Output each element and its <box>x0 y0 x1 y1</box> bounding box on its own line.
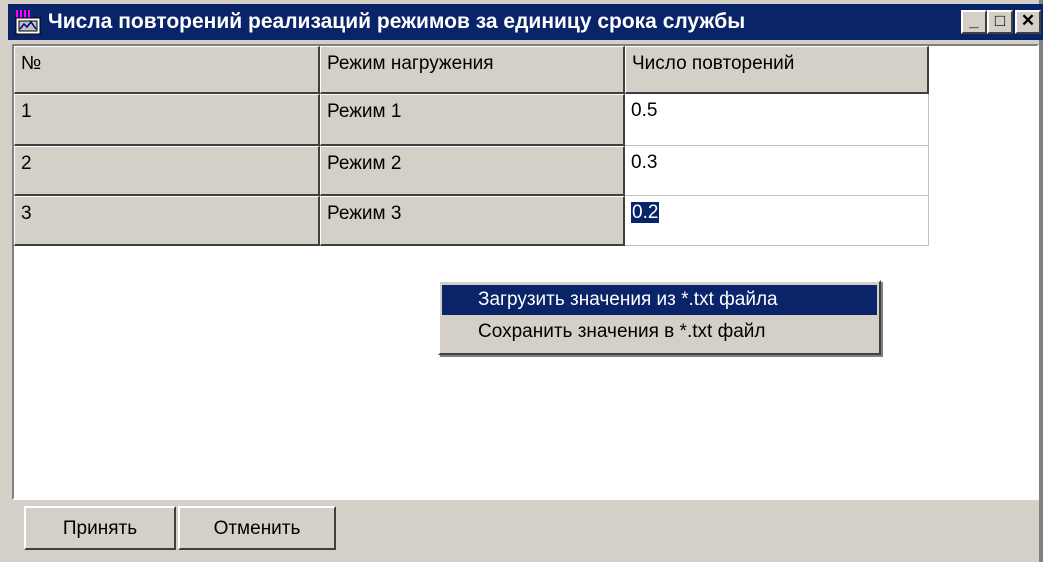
app-icon <box>15 10 41 35</box>
minimize-icon: _ <box>969 11 979 30</box>
row-mode-cell[interactable]: Режим 2 <box>320 146 625 196</box>
selected-value-text: 0.2 <box>631 202 660 223</box>
title-bar[interactable]: Числа повторений реализаций режимов за е… <box>8 4 1043 40</box>
row-number-cell[interactable]: 1 <box>14 94 320 146</box>
window-title: Числа повторений реализаций режимов за е… <box>48 10 746 33</box>
close-icon: ✕ <box>1020 11 1036 30</box>
menu-item-save-txt[interactable]: Сохранить значения в *.txt файл <box>442 317 877 347</box>
column-header-count[interactable]: Число повторений <box>625 46 929 94</box>
data-grid: № Режим нагружения Число повторений 1 Ре… <box>12 44 1039 500</box>
button-bar: Принять Отменить <box>12 502 1039 558</box>
context-menu: Загрузить значения из *.txt файла Сохран… <box>438 280 881 355</box>
close-button[interactable]: ✕ <box>1015 10 1041 34</box>
minimize-button[interactable]: _ <box>961 10 987 34</box>
column-header-number[interactable]: № <box>14 46 320 94</box>
row-number-cell[interactable]: 2 <box>14 146 320 196</box>
row-value-cell-editing[interactable]: 0.2 <box>625 196 929 246</box>
row-value-cell[interactable]: 0.3 <box>625 146 929 196</box>
maximize-button[interactable]: □ <box>987 10 1013 34</box>
row-number-cell[interactable]: 3 <box>14 196 320 246</box>
accept-button[interactable]: Принять <box>24 506 176 550</box>
main-window: Числа повторений реализаций режимов за е… <box>0 0 1043 562</box>
row-mode-cell[interactable]: Режим 1 <box>320 94 625 146</box>
row-value-cell[interactable]: 0.5 <box>625 94 929 146</box>
row-mode-cell[interactable]: Режим 3 <box>320 196 625 246</box>
maximize-icon: □ <box>994 11 1006 30</box>
cancel-button[interactable]: Отменить <box>178 506 336 550</box>
menu-item-load-txt[interactable]: Загрузить значения из *.txt файла <box>442 285 877 315</box>
column-header-mode[interactable]: Режим нагружения <box>320 46 625 94</box>
